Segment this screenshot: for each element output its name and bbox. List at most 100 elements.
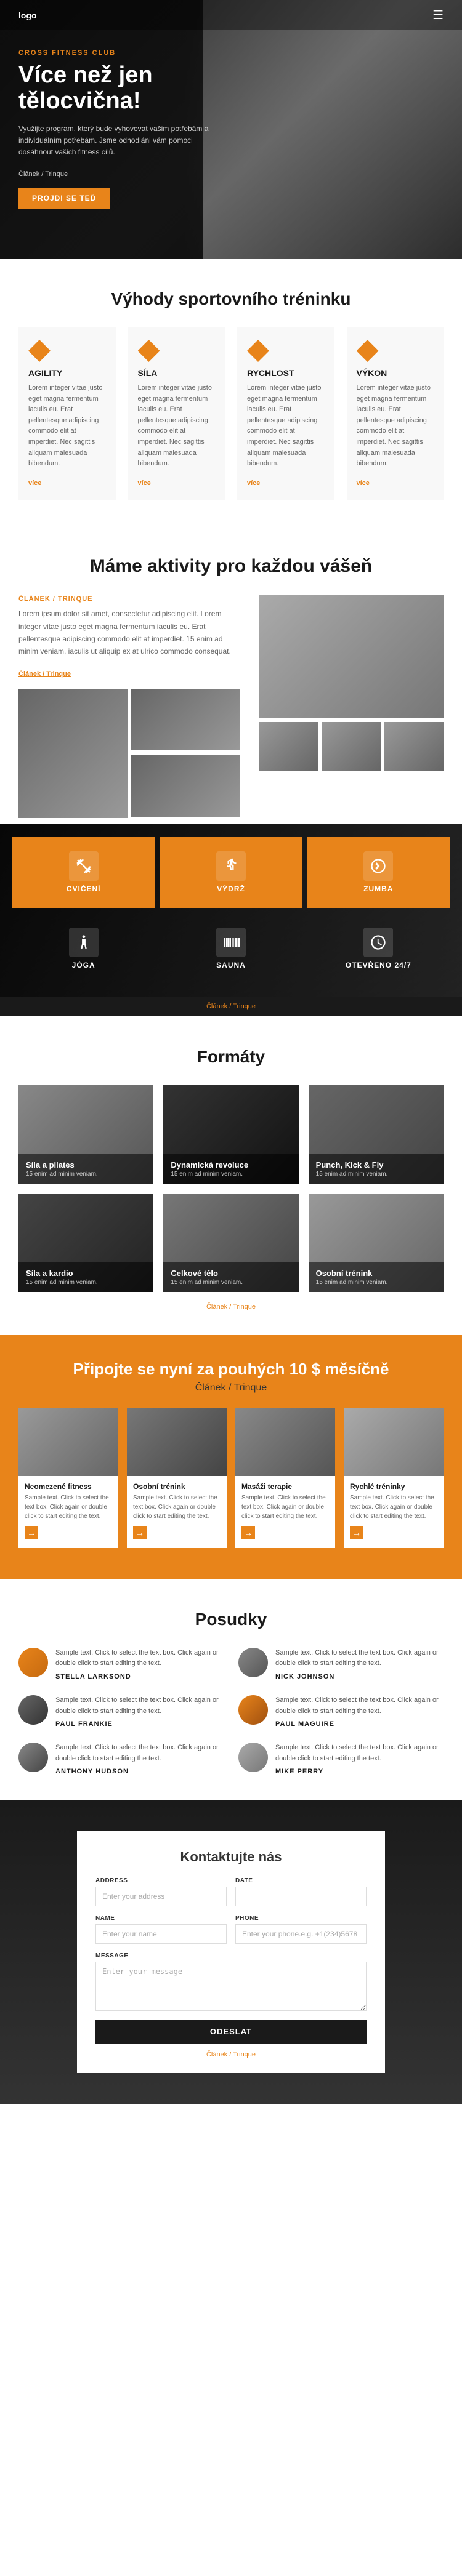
testimonial-name-3: PAUL MAGUIRE — [275, 1720, 444, 1728]
format-meta-3: 15 enim ad minim veniam. — [26, 1279, 146, 1286]
form-row-3: Message — [95, 1952, 367, 2011]
activity-small-1 — [259, 722, 318, 771]
message-input[interactable] — [95, 1962, 367, 2011]
form-row-2: Name Phone — [95, 1915, 367, 1944]
testimonial-2: Sample text. Click to select the text bo… — [18, 1695, 224, 1728]
hero-link-1[interactable]: Článek / Trinque — [18, 171, 68, 178]
icon-label-zumba: ZUMBA — [363, 885, 393, 893]
activities-title: Máme aktivity pro každou vášeň — [18, 556, 444, 577]
format-name-0: Síla a pilates — [26, 1160, 146, 1170]
vydrs-icon — [216, 851, 246, 881]
join-header: Připojte se nyní za pouhých 10 $ měsíčně… — [18, 1360, 444, 1394]
join-arrow-3[interactable]: → — [350, 1526, 363, 1539]
format-card-3[interactable]: Síla a kardio 15 enim ad minim veniam. — [18, 1194, 153, 1292]
testimonial-body-1: Sample text. Click to select the text bo… — [275, 1648, 444, 1680]
activities-left: Článek / Trinque Lorem ipsum dolor sit a… — [18, 595, 240, 818]
activities-right — [259, 595, 444, 818]
hero-cta-button[interactable]: PROJDI SE TEĎ — [18, 188, 110, 209]
avatar-2 — [18, 1695, 48, 1725]
name-label: Name — [95, 1915, 227, 1922]
activity-small-2 — [322, 722, 381, 771]
submit-button[interactable]: Odeslat — [95, 2020, 367, 2044]
icon-cell-cviceni[interactable]: CVIČENÍ — [12, 837, 155, 908]
format-card-5[interactable]: Osobní trénink 15 enim ad minim veniam. — [309, 1194, 444, 1292]
benefit-card-agility: Agility Lorem integer vitae justo eget m… — [18, 327, 116, 500]
icon-cell-zumba[interactable]: ZUMBA — [307, 837, 450, 908]
testimonial-3: Sample text. Click to select the text bo… — [238, 1695, 444, 1728]
contact-link-row: Článek / Trinque — [95, 2051, 367, 2058]
hero-title: Více než jen tělocvična! — [18, 63, 228, 114]
activities-link[interactable]: Článek / Trinque — [18, 670, 71, 678]
benefit-more-3[interactable]: více — [357, 479, 370, 487]
agility-icon — [28, 340, 51, 362]
format-overlay-1: Dynamická revoluce 15 enim ad minim veni… — [163, 1154, 298, 1184]
icon-cell-sauna[interactable]: SAUNA — [160, 913, 302, 984]
benefit-more-2[interactable]: více — [247, 479, 260, 487]
testimonial-4: Sample text. Click to select the text bo… — [18, 1743, 224, 1775]
contact-title: Kontaktujte nás — [95, 1849, 367, 1865]
hero-section: logo ☰ CROSS FITNESS CLUB Více než jen t… — [0, 0, 462, 259]
join-card-text-2: Sample text. Click to select the text bo… — [235, 1493, 335, 1521]
contact-form: Address Date Name Phone — [95, 1877, 367, 2044]
format-card-4[interactable]: Celkové tělo 15 enim ad minim veniam. — [163, 1194, 298, 1292]
format-card-0[interactable]: Síla a pilates 15 enim ad minim veniam. — [18, 1085, 153, 1184]
contact-section: Kontaktujte nás Address Date Name Ph — [0, 1800, 462, 2104]
testimonial-body-2: Sample text. Click to select the text bo… — [55, 1695, 224, 1728]
address-input[interactable] — [95, 1887, 227, 1906]
testimonial-text-3: Sample text. Click to select the text bo… — [275, 1695, 444, 1717]
performance-icon — [357, 340, 379, 362]
icon-cell-vydrs[interactable]: VÝDRŽ — [160, 837, 302, 908]
join-arrow-2[interactable]: → — [241, 1526, 255, 1539]
format-meta-2: 15 enim ad minim veniam. — [316, 1171, 436, 1178]
avatar-3 — [238, 1695, 268, 1725]
join-card-3: Rychlé tréninky Sample text. Click to se… — [344, 1408, 444, 1548]
join-grid: Neomezené fitness Sample text. Click to … — [18, 1408, 444, 1548]
joga-icon — [69, 928, 99, 957]
phone-input[interactable] — [235, 1924, 367, 1944]
benefit-more-1[interactable]: více — [138, 479, 151, 487]
benefit-card-sila: Síla Lorem integer vitae justo eget magn… — [128, 327, 225, 500]
activity-small-3 — [384, 722, 444, 771]
join-link[interactable]: Článek / Trinque — [195, 1382, 267, 1393]
activities-inner: Článek / Trinque Lorem ipsum dolor sit a… — [18, 595, 444, 818]
join-card-title-3: Rychlé tréninky — [344, 1482, 444, 1493]
icon-cell-joga[interactable]: JÓGA — [12, 913, 155, 984]
logo: logo — [18, 10, 37, 20]
menu-icon[interactable]: ☰ — [432, 7, 444, 23]
format-card-2[interactable]: Punch, Kick & Fly 15 enim ad minim venia… — [309, 1085, 444, 1184]
zumba-icon — [363, 851, 393, 881]
testimonial-5: Sample text. Click to select the text bo… — [238, 1743, 444, 1775]
format-card-1[interactable]: Dynamická revoluce 15 enim ad minim veni… — [163, 1085, 298, 1184]
benefit-title-2: Rychlost — [247, 368, 325, 378]
formats-link[interactable]: Článek / Trinque — [206, 1303, 256, 1310]
benefit-text-1: Lorem integer vitae justo eget magna fer… — [138, 383, 216, 470]
join-title: Připojte se nyní za pouhých 10 $ měsíčně — [18, 1360, 444, 1379]
join-card-text-1: Sample text. Click to select the text bo… — [127, 1493, 227, 1521]
date-input[interactable] — [235, 1887, 367, 1906]
address-label: Address — [95, 1877, 227, 1884]
benefit-more-0[interactable]: více — [28, 479, 41, 487]
benefits-title: Výhody sportovního tréninku — [18, 289, 444, 309]
open-icon — [363, 928, 393, 957]
join-card-2: Masáži terapie Sample text. Click to sel… — [235, 1408, 335, 1548]
join-arrow-1[interactable]: → — [133, 1526, 147, 1539]
format-overlay-4: Celkové tělo 15 enim ad minim veniam. — [163, 1262, 298, 1292]
format-meta-5: 15 enim ad minim veniam. — [316, 1279, 436, 1286]
avatar-1 — [238, 1648, 268, 1677]
join-card-text-0: Sample text. Click to select the text bo… — [18, 1493, 118, 1521]
join-arrow-0[interactable]: → — [25, 1526, 38, 1539]
activities-subtitle: Článek / Trinque — [18, 595, 240, 603]
testimonial-name-4: ANTHONY HUDSON — [55, 1768, 224, 1775]
icon-cell-open[interactable]: OTEVŘENO 24/7 — [307, 913, 450, 984]
icon-label-sauna: SAUNA — [216, 961, 246, 969]
name-input[interactable] — [95, 1924, 227, 1944]
formats-grid: Síla a pilates 15 enim ad minim veniam. … — [18, 1085, 444, 1292]
hero-nav: logo ☰ — [0, 0, 462, 30]
hero-links: Článek / Trinque — [18, 171, 228, 178]
contact-link[interactable]: Článek / Trinque — [206, 2051, 256, 2058]
testimonial-name-0: STELLA LARKSOND — [55, 1673, 224, 1680]
activity-small-images — [259, 722, 444, 771]
testimonials-title: Posudky — [18, 1610, 444, 1629]
icon-label-cviceni: CVIČENÍ — [67, 885, 101, 893]
icons-link[interactable]: Článek / Trinque — [206, 1003, 256, 1010]
